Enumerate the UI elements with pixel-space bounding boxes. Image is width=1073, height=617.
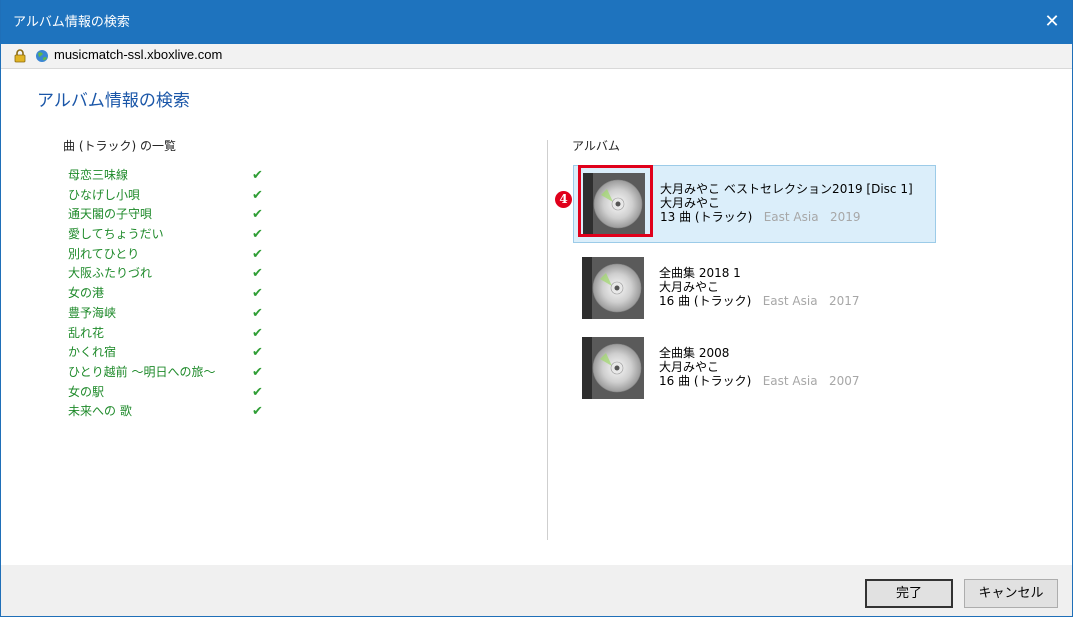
checkmark-icon: ✔ xyxy=(252,345,263,361)
close-button[interactable]: ✕ xyxy=(1030,0,1072,44)
track-item: 女の港 ✔ xyxy=(68,284,298,304)
track-title: 未来への 歌 xyxy=(68,404,132,419)
track-title: かくれ宿 xyxy=(68,345,117,360)
album-details: 全曲集 2018 1 大月みやこ 16 曲 (トラック) East Asia 201… xyxy=(659,266,860,308)
album-details: 全曲集 2008 大月みやこ 16 曲 (トラック) East Asia 2007 xyxy=(659,346,860,388)
track-item: 通天閣の子守唄 ✔ xyxy=(68,205,298,225)
album-region: East Asia xyxy=(762,374,818,388)
track-title: ひなげし小唄 xyxy=(68,187,141,202)
annotation-highlight-box xyxy=(578,165,653,237)
track-item: 豊予海峡 ✔ xyxy=(68,304,298,324)
url-text: musicmatch-ssl.xboxlive.com xyxy=(54,47,223,62)
album-region: East Asia xyxy=(763,210,819,224)
album-artist: 大月みやこ xyxy=(659,360,720,374)
track-title: 乱れ花 xyxy=(68,325,105,340)
album-meta: 13 曲 (トラック) East Asia 2019 xyxy=(660,210,913,224)
track-title: 母恋三味線 xyxy=(68,168,129,182)
track-title: 別れてひとり xyxy=(68,246,140,261)
track-title: 通天閣の子守唄 xyxy=(68,207,153,222)
button-bar: 完了 キャンセル xyxy=(1,565,1072,616)
done-button[interactable]: 完了 xyxy=(865,579,953,608)
album-info-search-dialog: アルバム情報の検索 ✕ musicmatch-ssl.xboxlive.com … xyxy=(0,0,1073,617)
checkmark-icon: ✔ xyxy=(252,207,263,223)
album-title: 全曲集 2018 1 xyxy=(659,266,741,280)
column-divider xyxy=(547,140,548,540)
checkmark-icon: ✔ xyxy=(252,187,263,203)
album-cover-icon xyxy=(582,337,644,399)
track-item: ひとり越前 〜明日への旅〜 ✔ xyxy=(68,363,298,383)
window-title: アルバム情報の検索 xyxy=(13,15,130,30)
checkmark-icon: ✔ xyxy=(252,404,263,420)
album-meta: 16 曲 (トラック) East Asia 2007 xyxy=(659,374,860,388)
track-item: 未来への 歌 ✔ xyxy=(68,402,298,422)
tracks-header: 曲 (トラック) の一覧 xyxy=(63,139,176,153)
album-title: 全曲集 2008 xyxy=(659,346,730,360)
album-item[interactable]: 全曲集 2018 1 大月みやこ 16 曲 (トラック) East Asia 201… xyxy=(573,250,936,328)
album-year: 2007 xyxy=(829,374,860,388)
album-item[interactable]: 全曲集 2008 大月みやこ 16 曲 (トラック) East Asia 2007 xyxy=(573,330,936,408)
album-meta: 16 曲 (トラック) East Asia 2017 xyxy=(659,294,860,308)
track-item: 母恋三味線 ✔ xyxy=(68,166,298,186)
track-title: 大阪ふたりづれ xyxy=(68,266,153,281)
album-artist: 大月みやこ xyxy=(660,196,721,210)
checkmark-icon: ✔ xyxy=(252,246,263,262)
album-artist: 大月みやこ xyxy=(659,280,720,294)
checkmark-icon: ✔ xyxy=(252,266,263,282)
track-title: ひとり越前 〜明日への旅〜 xyxy=(68,364,216,379)
address-bar: musicmatch-ssl.xboxlive.com xyxy=(1,44,1072,69)
track-item: 愛してちょうだい ✔ xyxy=(68,225,298,245)
album-track-count: 16 曲 (トラック) xyxy=(659,294,752,308)
lock-icon xyxy=(14,49,26,63)
album-year: 2019 xyxy=(830,210,861,224)
track-title: 女の駅 xyxy=(68,384,105,399)
album-track-count: 13 曲 (トラック) xyxy=(660,210,753,224)
track-item: 女の駅 ✔ xyxy=(68,383,298,403)
globe-icon xyxy=(36,50,48,62)
track-list: 母恋三味線 ✔ ひなげし小唄 ✔ 通天閣の子守唄 ✔ 愛してちょうだい ✔ 別れてひとり ✔ 大阪ふ… xyxy=(68,166,298,422)
album-track-count: 16 曲 (トラック) xyxy=(659,374,752,388)
track-item: 大阪ふたりづれ ✔ xyxy=(68,264,298,284)
albums-header: アルバム xyxy=(572,139,620,153)
album-year: 2017 xyxy=(829,294,860,308)
track-item: ひなげし小唄 ✔ xyxy=(68,186,298,206)
title-bar: アルバム情報の検索 ✕ xyxy=(1,0,1072,44)
checkmark-icon: ✔ xyxy=(252,168,263,183)
annotation-step-badge: 4 xyxy=(555,191,572,208)
cancel-button[interactable]: キャンセル xyxy=(964,579,1058,608)
album-title: 大月みやこ ベストセレクション2019 [Disc 1] xyxy=(660,182,913,196)
checkmark-icon: ✔ xyxy=(252,305,263,321)
track-title: 豊予海峡 xyxy=(68,305,117,320)
track-item: 別れてひとり ✔ xyxy=(68,245,298,265)
checkmark-icon: ✔ xyxy=(252,364,263,380)
album-details: 大月みやこ ベストセレクション2019 [Disc 1] 大月みやこ 13 曲 (ト… xyxy=(660,182,913,224)
checkmark-icon: ✔ xyxy=(252,227,263,243)
page-heading: アルバム情報の検索 xyxy=(37,91,190,111)
track-title: 女の港 xyxy=(68,286,105,301)
checkmark-icon: ✔ xyxy=(252,286,263,302)
album-cover-icon xyxy=(582,257,644,319)
checkmark-icon: ✔ xyxy=(252,325,263,341)
checkmark-icon: ✔ xyxy=(252,384,263,400)
track-item: かくれ宿 ✔ xyxy=(68,343,298,363)
album-region: East Asia xyxy=(762,294,818,308)
track-title: 愛してちょうだい xyxy=(68,227,164,242)
track-item: 乱れ花 ✔ xyxy=(68,324,298,344)
